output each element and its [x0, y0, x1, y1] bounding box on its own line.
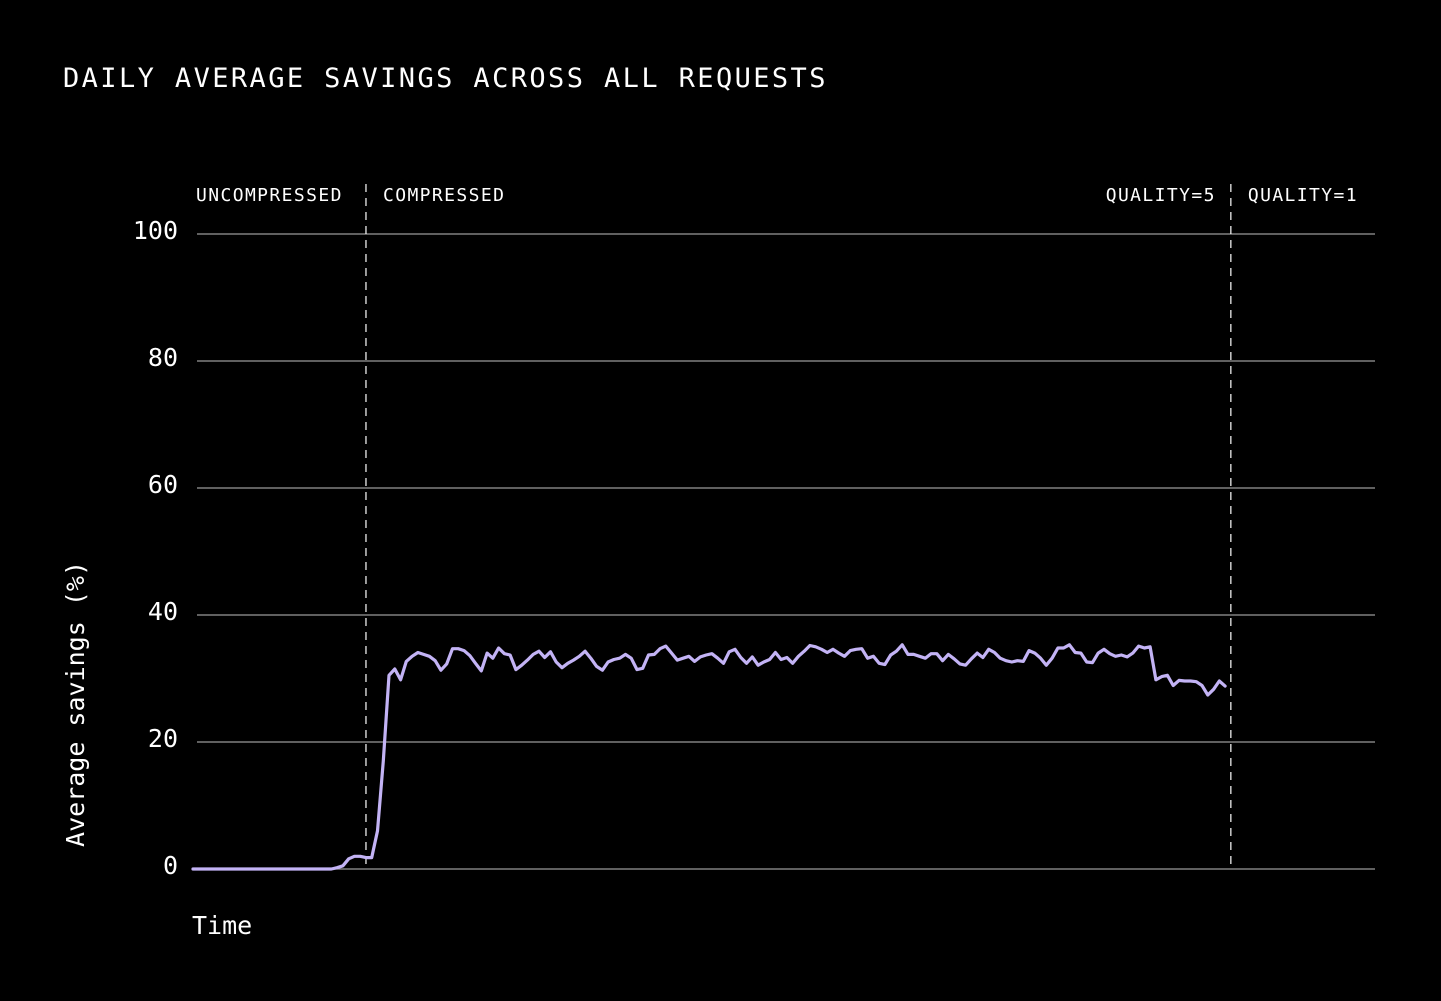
y-tick-label: 60 [148, 470, 178, 499]
y-tick-labels: 0 20 40 60 80 100 [133, 216, 178, 880]
x-axis-label: Time [192, 911, 252, 940]
chart-title: DAILY AVERAGE SAVINGS ACROSS ALL REQUEST… [63, 63, 828, 94]
y-tick-label: 0 [163, 851, 178, 880]
y-tick-label: 100 [133, 216, 178, 245]
region-label: COMPRESSED [383, 185, 505, 206]
region-label: UNCOMPRESSED [196, 185, 343, 206]
region-label: QUALITY=1 [1248, 185, 1358, 206]
region-boundaries [365, 184, 1232, 869]
y-tick-label: 20 [148, 724, 178, 753]
series-layer [191, 643, 1227, 871]
y-tick-label: 40 [148, 597, 178, 626]
y-tick-label: 80 [148, 343, 178, 372]
savings-chart: DAILY AVERAGE SAVINGS ACROSS ALL REQUEST… [61, 63, 1375, 940]
region-labels: UNCOMPRESSED COMPRESSED QUALITY=5 QUALITY=1 [196, 185, 1358, 206]
savings-line [191, 643, 1227, 871]
gridlines [197, 233, 1375, 870]
region-label: QUALITY=5 [1106, 185, 1216, 206]
y-axis-label: Average savings (%) [61, 561, 90, 847]
